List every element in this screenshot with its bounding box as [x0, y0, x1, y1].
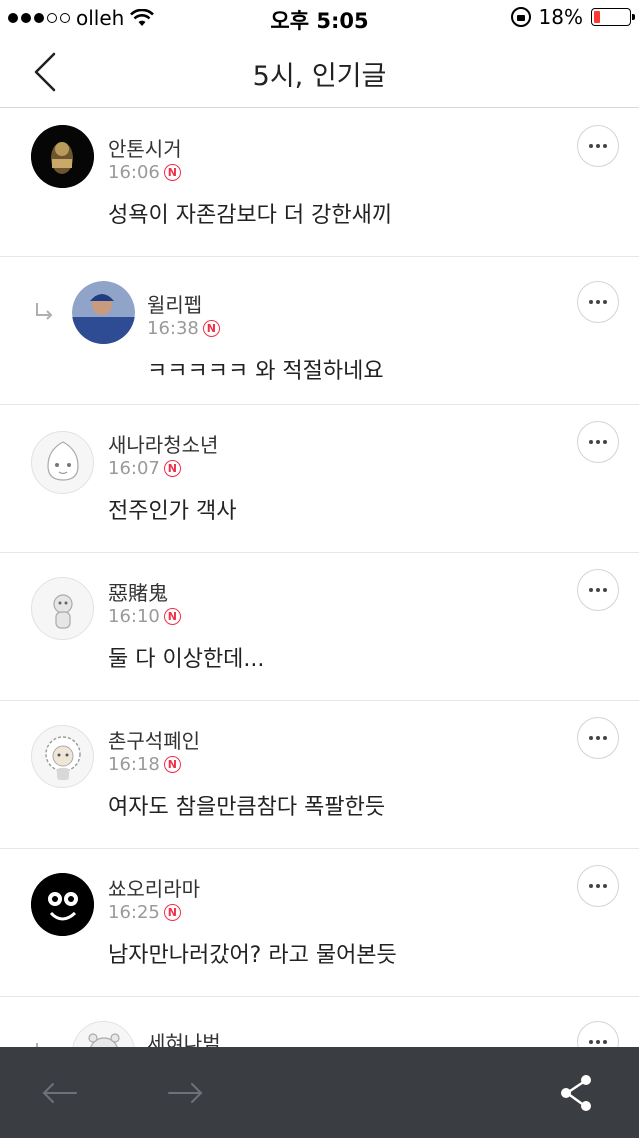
comment-text: 전주인가 객사 — [108, 499, 237, 524]
new-badge: N — [163, 460, 181, 477]
rotation-lock-icon — [510, 7, 531, 27]
comment-time-text: 16:06 — [108, 162, 160, 183]
comment-time: 16:06 N — [108, 162, 181, 183]
avatar[interactable] — [31, 125, 94, 188]
new-badge: N — [163, 164, 181, 181]
more-options-button[interactable] — [577, 717, 619, 759]
comment-author[interactable]: 새나라청소년 — [108, 429, 218, 458]
comment-time: 16:10 N — [108, 606, 181, 627]
comment-time: 16:18 N — [108, 754, 181, 775]
arrow-right-icon — [168, 1083, 203, 1103]
comment-author[interactable]: 안톤시거 — [108, 133, 182, 162]
header: 5시, 인기글 — [0, 36, 639, 108]
avatar[interactable] — [31, 873, 94, 936]
more-options-button[interactable] — [577, 421, 619, 463]
comment-text: 남자만나러갔어? 라고 물어본듯 — [108, 943, 397, 968]
nav-forward-button[interactable] — [165, 1073, 205, 1113]
status-bar: olleh 오후 5:05 18% — [0, 0, 639, 36]
more-options-button[interactable] — [577, 125, 619, 167]
comment-time-text: 16:38 — [147, 318, 199, 339]
arrow-left-icon — [42, 1083, 77, 1103]
comment-text: ㅋㅋㅋㅋㅋ 와 적절하네요 — [147, 359, 384, 384]
comment-text: 둘 다 이상한데... — [108, 647, 265, 672]
avatar-image — [53, 594, 73, 629]
comment-time: 16:25 N — [108, 902, 181, 923]
reply-arrow-icon — [36, 303, 53, 320]
avatar-image — [31, 125, 94, 188]
comment-author[interactable]: 촌구석폐인 — [108, 725, 200, 754]
battery-percent: 18% — [538, 5, 583, 29]
comment-time: 16:38 N — [147, 318, 220, 339]
comment-time-text: 16:18 — [108, 754, 160, 775]
comment-author[interactable]: 윌리펩 — [147, 289, 202, 318]
comment-author[interactable]: 쑈오리라마 — [108, 873, 200, 902]
avatar-image — [31, 873, 94, 936]
bottom-toolbar — [0, 1047, 639, 1138]
share-button[interactable] — [557, 1073, 597, 1113]
comment-time: 16:07 N — [108, 458, 181, 479]
comment-author[interactable]: 惡賭鬼 — [108, 577, 168, 606]
comment-text: 여자도 참을만큼참다 폭팔한듯 — [108, 795, 386, 820]
avatar-image — [72, 281, 135, 344]
battery-level — [594, 11, 601, 23]
avatar[interactable] — [72, 281, 135, 344]
comment-item: 惡賭鬼 16:10 N 둘 다 이상한데... — [0, 553, 639, 701]
comment-list: 안톤시거 16:06 N 성욕이 자존감보다 더 강한새끼 윌리펩 16:38 … — [0, 109, 639, 1138]
comment-time-text: 16:10 — [108, 606, 160, 627]
nav-back-button[interactable] — [40, 1073, 80, 1113]
more-options-button[interactable] — [577, 865, 619, 907]
avatar-image — [45, 736, 81, 780]
avatar-image — [47, 441, 79, 481]
page-title: 5시, 인기글 — [252, 61, 387, 92]
comment-item: 촌구석폐인 16:18 N 여자도 참을만큼참다 폭팔한듯 — [0, 701, 639, 849]
more-options-button[interactable] — [577, 281, 619, 323]
status-right: 18% — [510, 5, 635, 29]
comment-item: 윌리펩 16:38 N ㅋㅋㅋㅋㅋ 와 적절하네요 — [0, 257, 639, 405]
comment-text: 성욕이 자존감보다 더 강한새끼 — [108, 203, 393, 228]
comment-item: 안톤시거 16:06 N 성욕이 자존감보다 더 강한새끼 — [0, 109, 639, 257]
new-badge: N — [202, 320, 220, 337]
avatar[interactable] — [31, 577, 94, 640]
new-badge: N — [163, 756, 181, 773]
comment-item: 새나라청소년 16:07 N 전주인가 객사 — [0, 405, 639, 553]
avatar[interactable] — [31, 725, 94, 788]
comment-time-text: 16:07 — [108, 458, 160, 479]
comment-item: 쑈오리라마 16:25 N 남자만나러갔어? 라고 물어본듯 — [0, 849, 639, 997]
new-badge: N — [163, 904, 181, 921]
avatar[interactable] — [31, 431, 94, 494]
new-badge: N — [163, 608, 181, 625]
battery-icon — [591, 8, 635, 26]
comment-time-text: 16:25 — [108, 902, 160, 923]
more-options-button[interactable] — [577, 569, 619, 611]
share-icon — [561, 1075, 591, 1111]
